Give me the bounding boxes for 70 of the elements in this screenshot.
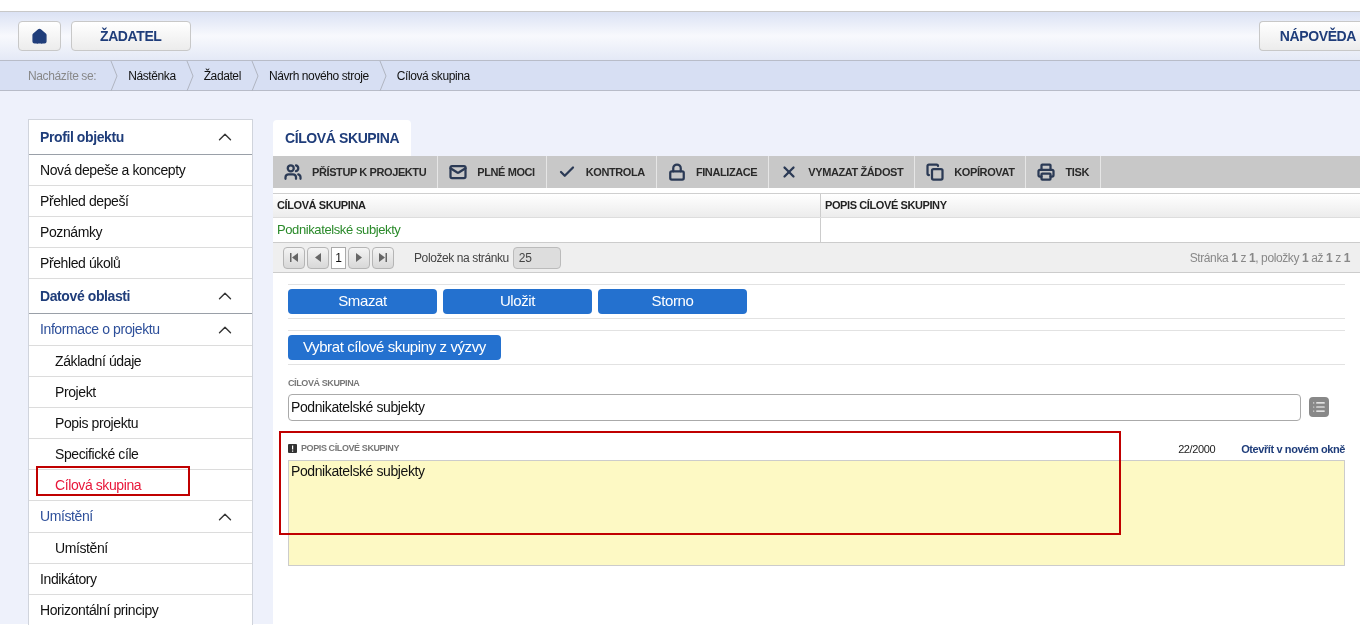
target-group-field[interactable]: Podnikatelské subjekty <box>288 393 1301 421</box>
sidebar-item[interactable]: Poznámky <box>40 221 103 243</box>
breadcrumb-link[interactable]: Cílová skupina <box>396 66 470 85</box>
sidebar-item[interactable]: Umístění <box>55 537 108 559</box>
first-page-icon <box>290 253 298 262</box>
sidebar-item[interactable]: Přehled úkolů <box>40 252 121 274</box>
sidebar-item[interactable]: Nová depeše a koncepty <box>40 159 186 181</box>
next-page-icon <box>356 253 362 262</box>
breadcrumb-link[interactable]: Žadatel <box>203 66 241 85</box>
tab[interactable]: CÍLOVÁ SKUPINA <box>273 120 412 156</box>
people-icon <box>284 163 302 181</box>
toolbar-button[interactable]: KONTROLA <box>546 156 657 188</box>
sidebar-item[interactable]: Popis projektu <box>55 412 139 434</box>
previous-page-icon <box>315 253 321 262</box>
applicant-button[interactable]: ŽADATEL <box>71 21 191 51</box>
select-target-groups-button[interactable]: Vybrat cílové skupiny z výzvy <box>288 335 501 360</box>
field-label: POPIS CÍLOVÉ SKUPINY <box>301 442 400 455</box>
breadcrumb-link[interactable]: Návrh nového stroje <box>268 66 369 85</box>
toolbar-button[interactable]: FINALIZACE <box>656 156 770 188</box>
envelope-icon <box>449 163 468 181</box>
breadcrumb-label: Nacházíte se: <box>28 67 97 85</box>
table-row[interactable]: Podnikatelské subjekty <box>273 218 1360 243</box>
field-label: CÍLOVÁ SKUPINA <box>288 377 361 390</box>
sidebar-group-header[interactable]: Umístění <box>29 501 252 533</box>
sidebar-item[interactable]: Indikátory <box>40 568 97 590</box>
toolbar-button[interactable]: PŘÍSTUP K PROJEKTU <box>273 156 439 188</box>
sidebar-header-label: Informace o projektu <box>40 320 160 339</box>
action-button[interactable]: Smazat <box>288 289 437 314</box>
character-counter: 22/2000 <box>1178 441 1216 457</box>
page-size-field[interactable]: 25 <box>512 246 561 269</box>
page-number-field[interactable]: 1 <box>331 246 346 269</box>
toolbar-button[interactable]: PLNÉ MOCI <box>438 156 547 188</box>
breadcrumb-link[interactable]: Nástěnka <box>128 66 176 85</box>
home-button[interactable] <box>18 21 61 51</box>
page-size-label: Položek na stránku <box>414 249 509 267</box>
sidebar-header-label: Umístění <box>40 507 93 526</box>
sidebar-item[interactable]: Cílová skupina <box>55 474 142 496</box>
sidebar-section-header[interactable]: Profil objektu <box>29 120 252 155</box>
sidebar-item[interactable]: Horizontální principy <box>40 599 159 621</box>
sidebar-header-label: Datové oblasti <box>40 286 131 306</box>
last-page-button[interactable] <box>372 246 394 269</box>
lock-icon <box>667 163 686 181</box>
last-page-icon <box>379 253 387 262</box>
action-button[interactable]: Uložit <box>443 289 592 314</box>
sidebar-item[interactable]: Specifické cíle <box>55 443 139 465</box>
sidebar-item[interactable]: Projekt <box>55 381 96 403</box>
toolbar-button[interactable]: KOPÍROVAT <box>915 156 1027 188</box>
sidebar-header-label: Profil objektu <box>40 127 124 147</box>
description-field[interactable]: Podnikatelské subjekty <box>288 460 1345 566</box>
home-icon <box>31 27 48 45</box>
column-header[interactable]: CÍLOVÁ SKUPINA <box>273 194 821 217</box>
sidebar-item[interactable]: Přehled depeší <box>40 190 129 212</box>
toolbar-button[interactable]: TISK <box>1026 156 1101 188</box>
first-page-button[interactable] <box>283 246 305 269</box>
action-button[interactable]: Storno <box>598 289 747 314</box>
next-page-button[interactable] <box>348 246 370 269</box>
table-cell-text: Podnikatelské subjekty <box>277 221 401 240</box>
sidebar-group-header[interactable]: Informace o projektu <box>29 314 252 346</box>
printer-icon <box>1037 163 1056 181</box>
sidebar-item[interactable]: Základní údaje <box>55 350 142 372</box>
list-icon <box>1312 400 1326 414</box>
previous-page-button[interactable] <box>307 246 329 269</box>
pager-summary: Stránka 1 z 1, položky 1 až 1 z 1 <box>1189 249 1350 267</box>
column-header[interactable]: POPIS CÍLOVÉ SKUPINY <box>821 194 1360 217</box>
sidebar-section-header[interactable]: Datové oblasti <box>29 279 252 314</box>
list-button[interactable] <box>1309 397 1329 417</box>
help-button[interactable]: NÁPOVĚDA <box>1258 21 1360 51</box>
copy-icon <box>926 163 945 181</box>
open-in-new-window-link[interactable]: Otevřít v novém okně <box>1241 440 1345 457</box>
toolbar-button[interactable]: VYMAZAT ŽÁDOST <box>769 156 916 188</box>
